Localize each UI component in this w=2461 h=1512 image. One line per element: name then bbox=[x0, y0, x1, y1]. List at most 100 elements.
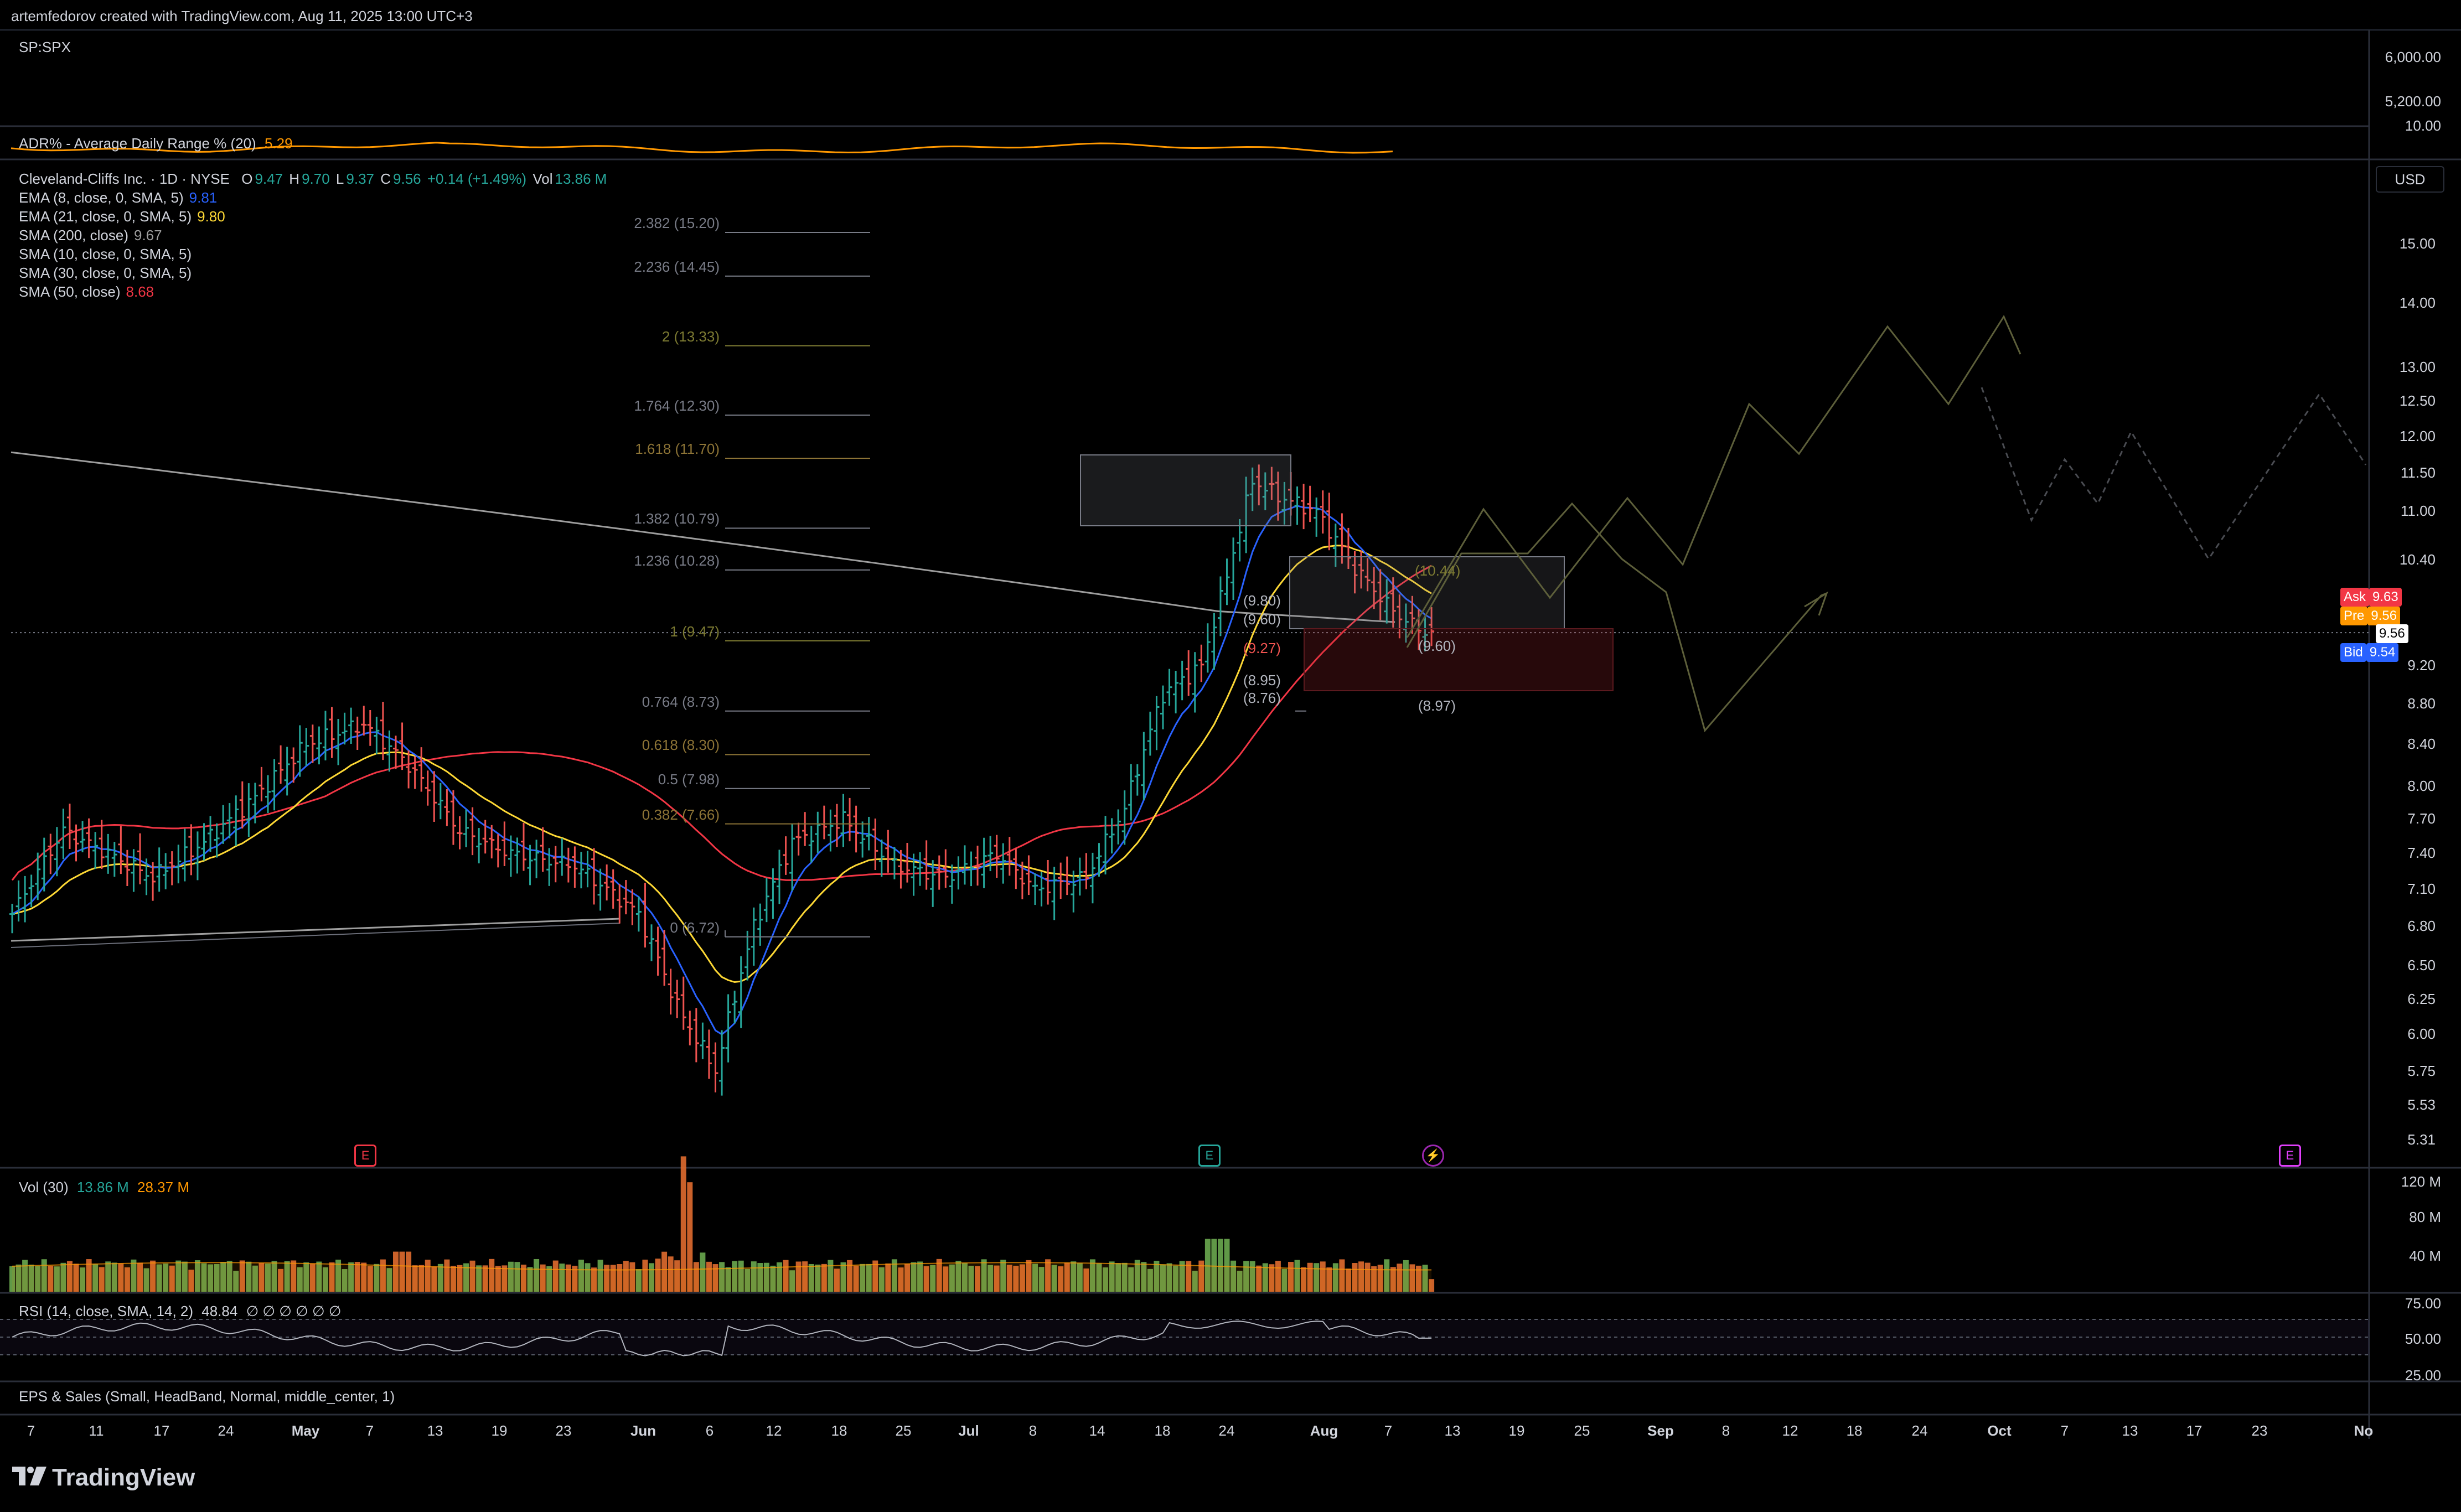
main-legend-ohlc[interactable]: Cleveland-Cliffs Inc. · 1D · NYSE O 9.47 … bbox=[19, 170, 609, 188]
eps-legend[interactable]: EPS & Sales (Small, HeadBand, Normal, mi… bbox=[19, 1388, 395, 1405]
fib-level-label: 0.764 (8.73) bbox=[642, 693, 720, 710]
time-axis-tick: Jun bbox=[630, 1422, 656, 1439]
annotation-level: (8.95) bbox=[1243, 672, 1281, 688]
price-axis-tick: 8.00 bbox=[2407, 777, 2436, 794]
price-axis-tick: 5.75 bbox=[2407, 1062, 2436, 1079]
fib-level-label: 1 (9.47) bbox=[670, 623, 720, 640]
chart-canvas[interactable] bbox=[0, 0, 2461, 1512]
close-value: 9.56 bbox=[393, 170, 421, 187]
fib-level-label: 0 (6.72) bbox=[670, 919, 720, 936]
sma-trend-line-2 bbox=[11, 923, 621, 948]
price-axis-tick: 11.00 bbox=[2400, 503, 2436, 520]
time-axis-tick: 17 bbox=[153, 1422, 170, 1439]
time-axis-tick: No bbox=[2354, 1422, 2374, 1439]
fib-level-label: 1.764 (12.30) bbox=[634, 397, 720, 415]
price-axis-tick: 14.00 bbox=[2399, 294, 2436, 312]
indicator-label: EMA (8, close, 0, SMA, 5) bbox=[19, 189, 184, 206]
top-pane-tick: 6,000.00 bbox=[2385, 49, 2441, 65]
price-axis-tick: 6.80 bbox=[2407, 918, 2436, 935]
close-label: C bbox=[380, 170, 391, 187]
fib-level-label: 2.382 (15.20) bbox=[634, 215, 720, 231]
volume-axis-tick: 80 M bbox=[2409, 1209, 2441, 1225]
vol-value: 13.86 M bbox=[555, 170, 607, 187]
earnings-event-icon[interactable]: E bbox=[1198, 1145, 1221, 1167]
price-axis-tick: 5.31 bbox=[2407, 1131, 2436, 1148]
indicator-label: SMA (10, close, 0, SMA, 5) bbox=[19, 246, 192, 262]
fib-level-label: 2 (13.33) bbox=[661, 328, 720, 345]
price-axis-tick: 5.53 bbox=[2407, 1096, 2436, 1113]
ema8-line bbox=[12, 505, 1432, 1035]
range-box-upper bbox=[1080, 454, 1291, 526]
price-tag: 9.56 bbox=[2376, 624, 2408, 643]
price-axis-tick: 8.80 bbox=[2407, 695, 2436, 712]
time-axis-tick: 25 bbox=[1574, 1422, 1590, 1439]
price-axis-tick: 12.00 bbox=[2399, 427, 2436, 444]
annotation-level: (9.27) bbox=[1243, 640, 1281, 656]
indicator-value: 8.68 bbox=[126, 283, 154, 300]
fib-level-label: 2.236 (14.45) bbox=[634, 258, 720, 275]
time-axis-tick: 11 bbox=[89, 1422, 104, 1439]
volume-legend[interactable]: Vol (30) 13.86 M 28.37 M bbox=[19, 1179, 189, 1196]
fib-level-label: 0.618 (8.30) bbox=[642, 737, 720, 754]
time-axis-tick: 7 bbox=[2060, 1422, 2069, 1439]
indicator-label: SMA (50, close) bbox=[19, 283, 121, 300]
time-axis-tick: Jul bbox=[958, 1422, 979, 1439]
price-axis-tick: 7.40 bbox=[2407, 845, 2436, 862]
adr-label: ADR% - Average Daily Range % (20) bbox=[19, 135, 256, 152]
time-axis-tick: 14 bbox=[1089, 1422, 1105, 1439]
time-axis-tick: May bbox=[291, 1422, 320, 1439]
indicator-label: SMA (30, close, 0, SMA, 5) bbox=[19, 265, 192, 281]
price-axis-tick: 12.50 bbox=[2399, 392, 2436, 409]
time-axis-tick: 12 bbox=[1782, 1422, 1798, 1439]
time-axis-tick: 6 bbox=[705, 1422, 714, 1439]
indicator-legend-sma30[interactable]: SMA (30, close, 0, SMA, 5) bbox=[19, 265, 192, 282]
indicator-value: 9.80 bbox=[197, 208, 225, 225]
volume-label: Vol (30) bbox=[19, 1179, 69, 1195]
price-tag: Bid 9.54 bbox=[2340, 643, 2399, 662]
price-axis-tick: 8.40 bbox=[2407, 735, 2436, 752]
rsi-axis-tick: 25.00 bbox=[2405, 1367, 2441, 1384]
price-tag-value: 9.54 bbox=[2366, 643, 2399, 662]
price-tag-label: Bid bbox=[2340, 643, 2366, 662]
low-value: 9.37 bbox=[346, 170, 374, 187]
indicator-legend-sma50[interactable]: SMA (50, close) 8.68 bbox=[19, 283, 154, 301]
annotation-level: (9.60) bbox=[1243, 611, 1281, 628]
rsi-value: 48.84 bbox=[201, 1303, 238, 1319]
vol-label: Vol bbox=[532, 170, 553, 187]
dividend-event-icon[interactable]: ⚡ bbox=[1422, 1145, 1445, 1167]
rsi-legend[interactable]: RSI (14, close, SMA, 14, 2) 48.84 ∅ ∅ ∅ … bbox=[19, 1303, 342, 1320]
price-axis-tick: 6.50 bbox=[2407, 956, 2436, 974]
adr-value: 5.29 bbox=[264, 135, 293, 152]
time-axis-tick: Aug bbox=[1310, 1422, 1338, 1439]
volume-value: 13.86 M bbox=[76, 1179, 129, 1195]
indicator-legend-ema8[interactable]: EMA (8, close, 0, SMA, 5) 9.81 bbox=[19, 189, 217, 206]
tradingview-logo[interactable]: TradingView bbox=[12, 1464, 195, 1492]
earnings-event-icon[interactable]: E bbox=[2278, 1145, 2301, 1167]
top-pane-symbol[interactable]: SP:SPX bbox=[19, 39, 71, 56]
volume-avg-value: 28.37 M bbox=[137, 1179, 189, 1195]
time-axis-tick: 24 bbox=[218, 1422, 234, 1439]
indicator-legend-ema21[interactable]: EMA (21, close, 0, SMA, 5) 9.80 bbox=[19, 208, 225, 225]
indicator-legend-sma10[interactable]: SMA (10, close, 0, SMA, 5) bbox=[19, 246, 192, 263]
annotation-level: (9.80) bbox=[1243, 592, 1281, 609]
range-box-red bbox=[1304, 628, 1614, 691]
currency-button[interactable]: USD bbox=[2376, 166, 2444, 193]
time-axis-tick: 17 bbox=[2186, 1422, 2203, 1439]
time-axis-tick: 18 bbox=[831, 1422, 847, 1439]
price-tag-value: 9.56 bbox=[2376, 624, 2408, 643]
time-axis-tick: 25 bbox=[895, 1422, 912, 1439]
adr-legend[interactable]: ADR% - Average Daily Range % (20) 5.29 bbox=[19, 135, 293, 152]
symbol-title[interactable]: Cleveland-Cliffs Inc. · 1D · NYSE bbox=[19, 170, 230, 187]
top-pane-tick: 5,200.00 bbox=[2385, 93, 2441, 110]
annotation-right: (8.97) bbox=[1418, 697, 1456, 714]
indicator-legend-sma200[interactable]: SMA (200, close) 9.67 bbox=[19, 227, 162, 244]
price-tag-label: Ask bbox=[2340, 588, 2370, 607]
low-label: L bbox=[335, 170, 344, 187]
open-value: 9.47 bbox=[255, 170, 283, 187]
price-axis-tick: 6.25 bbox=[2407, 990, 2436, 1007]
fib-level-label: 1.618 (11.70) bbox=[635, 441, 720, 458]
earnings-event-icon[interactable]: E bbox=[354, 1145, 377, 1167]
volume-axis-tick: 40 M bbox=[2409, 1247, 2441, 1264]
time-axis-tick: 23 bbox=[555, 1422, 572, 1439]
indicator-value: 9.67 bbox=[133, 227, 162, 244]
